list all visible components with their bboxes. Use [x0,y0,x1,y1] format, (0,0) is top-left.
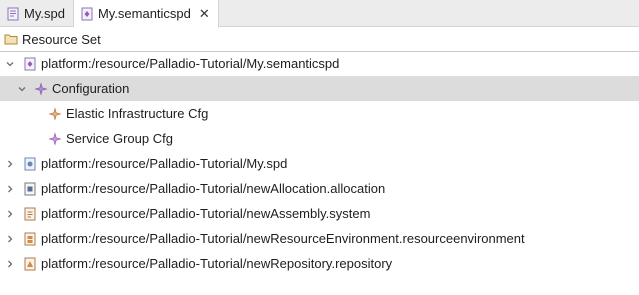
tree-root-resource-set[interactable]: Resource Set [0,27,639,52]
tree-item-configuration[interactable]: Configuration [0,76,639,101]
tree-item-label: platform:/resource/Palladio-Tutorial/new… [41,206,371,221]
spd-file-icon [6,7,20,21]
tree-item-my-semanticspd[interactable]: platform:/resource/Palladio-Tutorial/My.… [0,51,639,76]
configuration-node-icon [34,81,48,96]
tree-item-elastic-infrastructure-cfg[interactable]: Elastic Infrastructure Cfg [0,101,639,126]
tree-item-label: platform:/resource/Palladio-Tutorial/My.… [41,56,340,71]
model-file-icon [23,182,37,196]
chevron-right-icon[interactable] [3,201,17,226]
tab-label: My.semanticspd [97,6,191,21]
tree-item-my-spd[interactable]: platform:/resource/Palladio-Tutorial/My.… [0,151,639,176]
model-file-icon [23,207,37,221]
elastic-infrastructure-icon [48,106,62,121]
chevron-down-icon[interactable] [3,51,17,76]
chevron-right-icon[interactable] [3,251,17,276]
tab-my-semanticspd[interactable]: My.semanticspd ✕ [73,0,219,28]
semanticspd-file-icon [80,7,94,21]
editor-tab-bar: My.spd My.semanticspd ✕ [0,0,639,28]
chevron-down-icon[interactable] [15,76,29,101]
service-group-icon [48,131,62,146]
tree-item-service-group-cfg[interactable]: Service Group Cfg [0,126,639,151]
close-icon[interactable]: ✕ [199,7,210,20]
tree-item-new-resource-environment[interactable]: platform:/resource/Palladio-Tutorial/new… [0,226,639,251]
tree-item-new-repository[interactable]: platform:/resource/Palladio-Tutorial/new… [0,251,639,276]
model-file-icon [23,157,37,171]
model-file-icon [23,57,37,71]
model-file-icon [23,232,37,246]
chevron-right-icon[interactable] [3,226,17,251]
tree-item-label: platform:/resource/Palladio-Tutorial/new… [41,231,525,246]
folder-icon [4,32,18,46]
tree-item-label: platform:/resource/Palladio-Tutorial/My.… [41,156,288,171]
tab-my-spd[interactable]: My.spd [0,0,74,27]
tree-item-label: Service Group Cfg [66,131,173,146]
tree-item-label: Elastic Infrastructure Cfg [66,106,209,121]
tree-item-label: platform:/resource/Palladio-Tutorial/new… [41,256,393,271]
tree-root-label: Resource Set [22,31,101,47]
tab-label: My.spd [24,6,65,21]
chevron-right-icon[interactable] [3,151,17,176]
chevron-right-icon[interactable] [3,176,17,201]
model-file-icon [23,257,37,271]
resource-set-tree: Resource Set platform:/resource/Palladio… [0,27,639,295]
tree-item-new-allocation[interactable]: platform:/resource/Palladio-Tutorial/new… [0,176,639,201]
tree-item-new-assembly[interactable]: platform:/resource/Palladio-Tutorial/new… [0,201,639,226]
tree-item-label: platform:/resource/Palladio-Tutorial/new… [41,181,386,196]
tree-item-label: Configuration [52,81,130,96]
